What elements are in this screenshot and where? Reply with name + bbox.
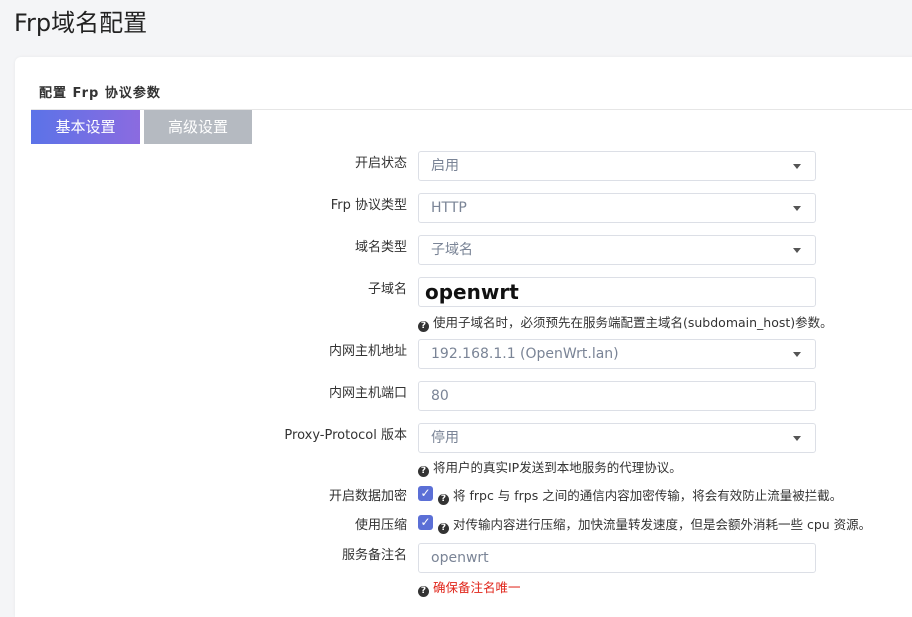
checkmark-icon: ✓ xyxy=(420,486,431,500)
protocol-label: Frp 协议类型 xyxy=(330,198,407,213)
caret-down-icon xyxy=(793,206,801,211)
tab-advanced-settings[interactable]: 高级设置 xyxy=(144,110,252,144)
config-card: 配置 Frp 协议参数 基本设置 高级设置 开启状态 启用 Frp 协议类型 H… xyxy=(15,57,912,617)
local-ip-select[interactable]: 192.168.1.1 (OpenWrt.lan) xyxy=(418,339,816,369)
compression-label: 使用压缩 xyxy=(354,518,407,533)
encryption-label: 开启数据加密 xyxy=(328,489,407,504)
domain-type-select[interactable]: 子域名 xyxy=(418,235,816,265)
encryption-help-text: 将 frpc 与 frps 之间的通信内容加密传输，将会有效防止流量被拦截。 xyxy=(453,488,843,503)
protocol-value: HTTP xyxy=(431,200,467,216)
proxy-protocol-value: 停用 xyxy=(431,430,459,446)
question-circle-icon: ? xyxy=(438,494,449,505)
encryption-help: ? 将 frpc 与 frps 之间的通信内容加密传输，将会有效防止流量被拦截。 xyxy=(438,485,842,505)
page-title: Frp域名配置 xyxy=(14,9,148,37)
proxy-protocol-label: Proxy-Protocol 版本 xyxy=(284,428,407,443)
enable-value: 启用 xyxy=(431,158,459,174)
caret-down-icon xyxy=(793,352,801,357)
question-circle-icon: ? xyxy=(438,523,449,534)
remark-help: ? 确保备注名唯一 xyxy=(418,577,521,597)
remark-label: 服务备注名 xyxy=(341,548,407,563)
caret-down-icon xyxy=(793,164,801,169)
question-circle-icon: ? xyxy=(418,586,429,597)
domain-type-value: 子域名 xyxy=(431,242,473,258)
enable-label: 开启状态 xyxy=(354,156,407,171)
subdomain-label: 子域名 xyxy=(367,282,407,297)
tab-basic-settings[interactable]: 基本设置 xyxy=(31,110,140,144)
checkmark-icon: ✓ xyxy=(420,515,431,529)
caret-down-icon xyxy=(793,436,801,441)
question-circle-icon: ? xyxy=(418,321,429,332)
compression-help: ? 对传输内容进行压缩，加快流量转发速度，但是会额外消耗一些 cpu 资源。 xyxy=(438,514,871,534)
remark-input[interactable]: openwrt xyxy=(418,543,816,573)
proxy-protocol-select[interactable]: 停用 xyxy=(418,423,816,453)
section-title: 配置 Frp 协议参数 xyxy=(39,86,161,101)
question-circle-icon: ? xyxy=(418,466,429,477)
remark-help-text: 确保备注名唯一 xyxy=(433,580,521,595)
encryption-checkbox[interactable]: ✓ xyxy=(418,486,433,501)
proxy-protocol-help-text: 将用户的真实IP发送到本地服务的代理协议。 xyxy=(433,460,682,475)
subdomain-input[interactable]: openwrt xyxy=(418,277,816,307)
local-ip-label: 内网主机地址 xyxy=(328,344,407,359)
compression-checkbox[interactable]: ✓ xyxy=(418,515,433,530)
proxy-protocol-help: ? 将用户的真实IP发送到本地服务的代理协议。 xyxy=(418,457,682,477)
local-ip-value: 192.168.1.1 (OpenWrt.lan) xyxy=(431,346,619,362)
subdomain-help-text: 使用子域名时，必须预先在服务端配置主域名(subdomain_host)参数。 xyxy=(433,315,833,330)
caret-down-icon xyxy=(793,248,801,253)
domain-type-label: 域名类型 xyxy=(354,240,407,255)
enable-select[interactable]: 启用 xyxy=(418,151,816,181)
compression-help-text: 对传输内容进行压缩，加快流量转发速度，但是会额外消耗一些 cpu 资源。 xyxy=(453,517,872,532)
subdomain-help: ? 使用子域名时，必须预先在服务端配置主域名(subdomain_host)参数。 xyxy=(418,312,833,332)
local-port-label: 内网主机端口 xyxy=(328,386,407,401)
local-port-input[interactable]: 80 xyxy=(418,381,816,411)
protocol-select[interactable]: HTTP xyxy=(418,193,816,223)
